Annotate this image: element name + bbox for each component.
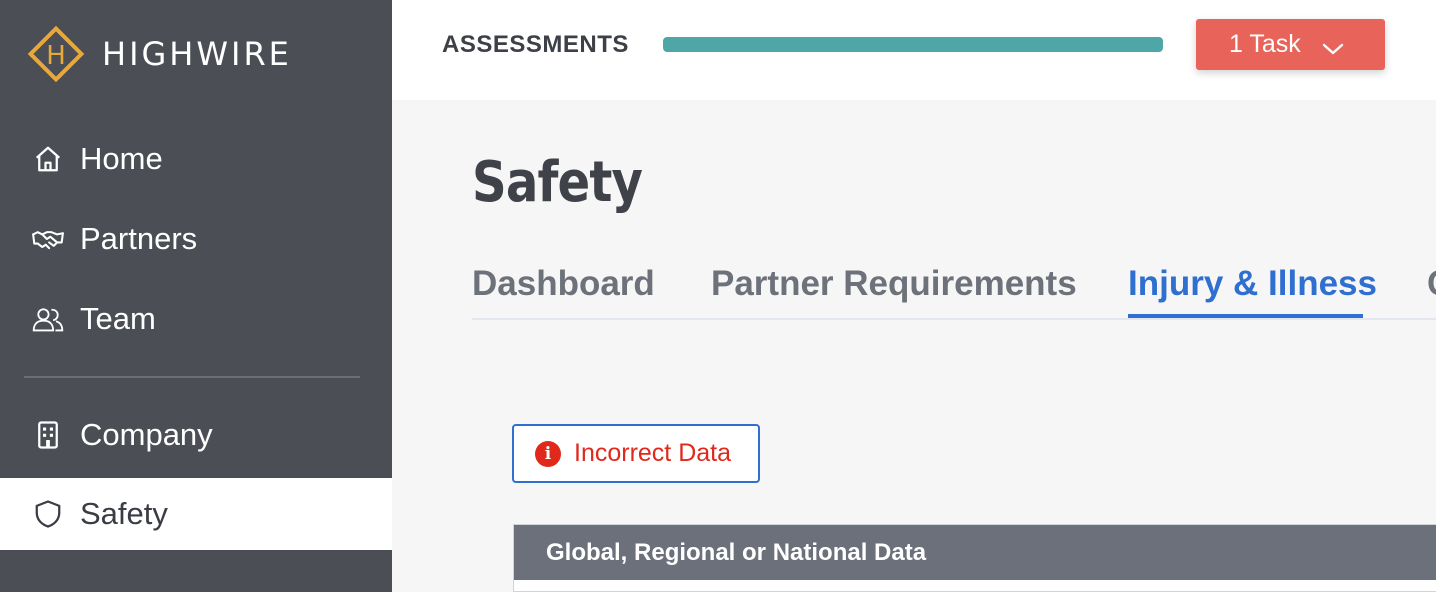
- data-section-card: Global, Regional or National Data: [513, 524, 1436, 592]
- active-tab-indicator: [1128, 314, 1363, 318]
- sidebar-item-label: Safety: [80, 496, 168, 531]
- sidebar-item-label: Home: [80, 141, 163, 176]
- sidebar-item-safety[interactable]: Safety: [0, 478, 392, 550]
- shield-icon: [32, 498, 64, 530]
- sidebar-item-label: Company: [80, 417, 213, 452]
- sidebar-item-partners[interactable]: Partners: [0, 203, 392, 275]
- sidebar-item-team[interactable]: Team: [0, 283, 392, 355]
- incorrect-data-label: Incorrect Data: [574, 439, 732, 467]
- page-title: Safety: [472, 150, 643, 215]
- incorrect-data-button[interactable]: i Incorrect Data: [512, 424, 760, 483]
- handshake-icon: [32, 223, 64, 255]
- tab-partner-requirements[interactable]: Partner Requirements: [711, 264, 1077, 304]
- tab-bar: Dashboard Partner Requirements Injury & …: [472, 262, 1436, 320]
- highwire-logo-icon: H: [27, 25, 85, 83]
- task-dropdown-button[interactable]: 1 Task: [1196, 19, 1385, 70]
- top-bar: ASSESSMENTS 1 Task: [392, 0, 1436, 100]
- sidebar-item-company[interactable]: Company: [0, 399, 392, 471]
- building-icon: [32, 419, 64, 451]
- chevron-down-icon: [1321, 35, 1345, 64]
- home-icon: [32, 143, 64, 175]
- sidebar-item-label: Team: [80, 301, 156, 336]
- assessments-progress-bar: [663, 37, 1163, 52]
- alert-info-icon: i: [535, 440, 561, 467]
- task-button-label: 1 Task: [1229, 30, 1301, 58]
- tab-next-cutoff[interactable]: C: [1427, 264, 1436, 304]
- brand-name: HIGHWIRE: [102, 35, 292, 73]
- logo[interactable]: H HIGHWIRE: [24, 22, 292, 86]
- team-icon: [32, 303, 64, 335]
- sidebar-divider: [24, 376, 360, 378]
- tab-dashboard[interactable]: Dashboard: [472, 264, 655, 304]
- section-header: Global, Regional or National Data: [514, 525, 1436, 580]
- sidebar-item-label: Partners: [80, 221, 198, 256]
- sidebar-item-home[interactable]: Home: [0, 123, 392, 195]
- assessments-label: ASSESSMENTS: [442, 31, 629, 58]
- sidebar: H HIGHWIRE Home Partners Team Company Sa…: [0, 0, 392, 592]
- tab-injury-illness[interactable]: Injury & Illness: [1128, 264, 1377, 304]
- progress-fill: [663, 37, 1163, 52]
- svg-text:H: H: [46, 41, 66, 71]
